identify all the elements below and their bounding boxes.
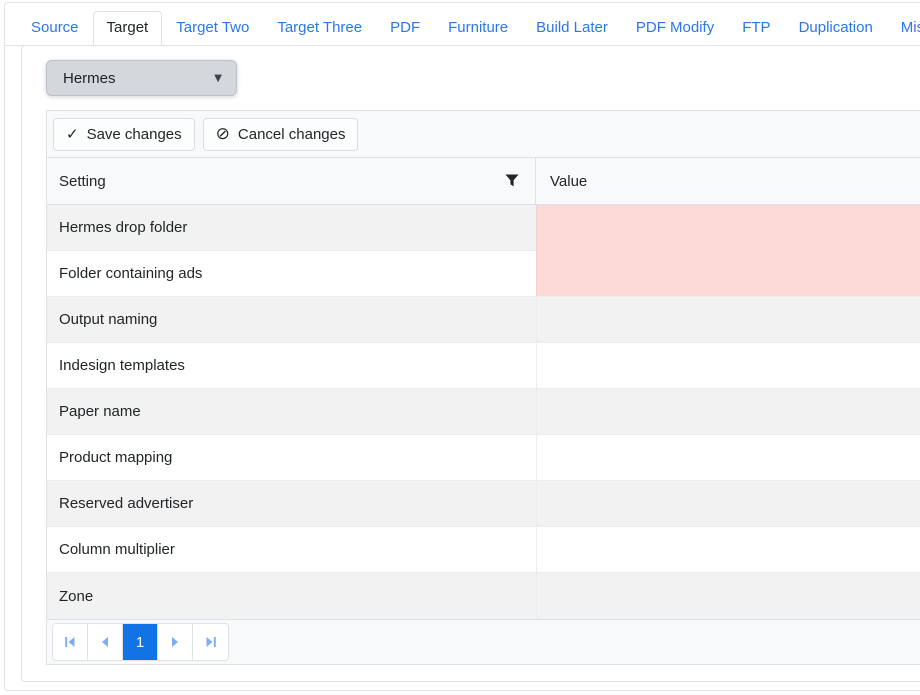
setting-cell: Folder containing ads <box>47 251 536 297</box>
table-row[interactable]: Product mapping <box>47 435 920 481</box>
save-button-label: Save changes <box>87 126 182 143</box>
tab-ftp[interactable]: FTP <box>728 11 784 45</box>
value-cell[interactable] <box>536 527 920 573</box>
setting-cell: Reserved advertiser <box>47 481 536 527</box>
tab-target-three[interactable]: Target Three <box>263 11 376 45</box>
tab-label: Miscellaneous <box>901 19 920 36</box>
setting-cell: Indesign templates <box>47 343 536 389</box>
cancel-icon: ⊘ <box>216 126 230 143</box>
settings-grid: ✓ Save changes ⊘ Cancel changes Setting <box>46 110 920 665</box>
tab-target[interactable]: Target <box>93 11 163 46</box>
next-page-button[interactable] <box>158 624 193 660</box>
tab-label: Target Three <box>277 19 362 36</box>
table-row[interactable]: Column multiplier <box>47 527 920 573</box>
tab-miscellaneous[interactable]: Miscellaneous <box>887 11 920 45</box>
table-row[interactable]: Indesign templates <box>47 343 920 389</box>
setting-cell: Output naming <box>47 297 536 343</box>
tab-strip: Source Target Target Two Target Three PD… <box>5 3 920 46</box>
first-page-button[interactable] <box>53 624 88 660</box>
value-cell[interactable] <box>536 343 920 389</box>
value-cell[interactable] <box>536 389 920 435</box>
tab-label: Furniture <box>448 19 508 36</box>
last-page-button[interactable] <box>193 624 228 660</box>
setting-cell: Column multiplier <box>47 527 536 573</box>
table-row[interactable]: Reserved advertiser <box>47 481 920 527</box>
tab-label: Build Later <box>536 19 608 36</box>
tabstrip-container: Source Target Target Two Target Three PD… <box>4 2 920 691</box>
paper-dropdown[interactable]: Hermes ▼ <box>46 60 237 96</box>
table-row[interactable]: Hermes drop folder <box>47 205 920 251</box>
paper-dropdown-value: Hermes <box>47 70 214 87</box>
setting-cell: Hermes drop folder <box>47 205 536 251</box>
tab-pdf[interactable]: PDF <box>376 11 434 45</box>
table-row[interactable]: Paper name <box>47 389 920 435</box>
previous-page-button[interactable] <box>88 624 123 660</box>
tab-label: FTP <box>742 19 770 36</box>
check-icon: ✓ <box>66 127 79 142</box>
value-cell[interactable] <box>536 573 920 619</box>
value-cell[interactable] <box>536 251 920 297</box>
tab-content-panel: Hermes ▼ ✓ Save changes ⊘ Cancel changes… <box>21 45 920 682</box>
tab-label: Target <box>107 19 149 36</box>
setting-cell: Product mapping <box>47 435 536 481</box>
grid-header-row: Setting Value <box>47 158 920 205</box>
tab-label: Duplication <box>799 19 873 36</box>
table-row[interactable]: Output naming <box>47 297 920 343</box>
grid-pager: 1 <box>47 619 920 664</box>
table-row[interactable]: Zone <box>47 573 920 619</box>
setting-column-header[interactable]: Setting <box>47 158 536 204</box>
setting-cell: Paper name <box>47 389 536 435</box>
tab-furniture[interactable]: Furniture <box>434 11 522 45</box>
caret-down-icon: ▼ <box>214 73 236 84</box>
tab-label: PDF Modify <box>636 19 714 36</box>
tab-label: Target Two <box>176 19 249 36</box>
tab-label: Source <box>31 19 79 36</box>
tab-build-later[interactable]: Build Later <box>522 11 622 45</box>
tab-pdf-modify[interactable]: PDF Modify <box>622 11 728 45</box>
save-changes-button[interactable]: ✓ Save changes <box>53 118 195 151</box>
grid-body: Hermes drop folder Folder containing ads… <box>47 205 920 619</box>
setting-column-label: Setting <box>59 173 106 190</box>
value-cell[interactable] <box>536 435 920 481</box>
tab-duplication[interactable]: Duplication <box>785 11 887 45</box>
setting-cell: Zone <box>47 573 536 619</box>
cancel-changes-button[interactable]: ⊘ Cancel changes <box>203 118 359 151</box>
grid-toolbar: ✓ Save changes ⊘ Cancel changes <box>47 111 920 158</box>
value-column-label: Value <box>550 173 587 190</box>
value-cell[interactable] <box>536 481 920 527</box>
tab-label: PDF <box>390 19 420 36</box>
cancel-button-label: Cancel changes <box>238 126 346 143</box>
table-row[interactable]: Folder containing ads <box>47 251 920 297</box>
tab-source[interactable]: Source <box>17 11 93 45</box>
value-cell[interactable] <box>536 297 920 343</box>
pagination-group: 1 <box>52 623 229 661</box>
page-1-button[interactable]: 1 <box>123 624 158 660</box>
tab-target-two[interactable]: Target Two <box>162 11 263 45</box>
value-column-header[interactable]: Value <box>536 158 920 204</box>
value-cell[interactable] <box>536 205 920 251</box>
filter-icon[interactable] <box>501 170 523 192</box>
